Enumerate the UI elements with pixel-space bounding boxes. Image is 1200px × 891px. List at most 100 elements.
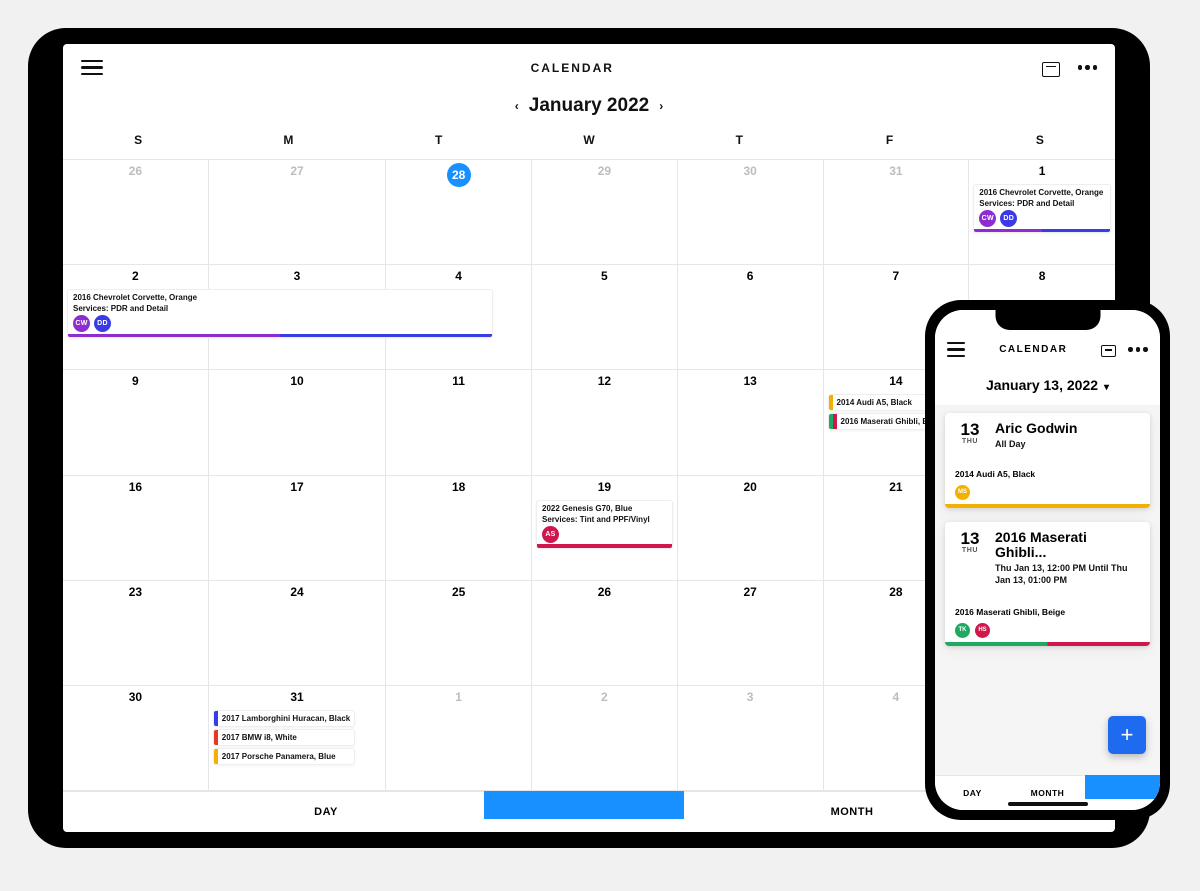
more-icon[interactable]	[1128, 347, 1148, 352]
day-number: 20	[678, 480, 823, 494]
calendar-cell[interactable]: 23	[63, 581, 209, 686]
event-vehicle: 2017 BMW i8, White	[222, 733, 297, 742]
agenda-date-column: 13THU	[955, 421, 985, 448]
assignee-chips: AS	[542, 526, 667, 543]
assignee-chip: DD	[94, 315, 111, 332]
calendar-event-pill[interactable]: 2017 Lamborghini Huracan, Black	[213, 710, 356, 727]
event-vehicle: 2016 Chevrolet Corvette, Orange	[979, 188, 1105, 197]
day-number: 16	[63, 480, 208, 494]
agenda-card[interactable]: 13THU2016 Maserati Ghibli...Thu Jan 13, …	[945, 522, 1150, 646]
calendar-event[interactable]: 2016 Chevrolet Corvette, OrangeServices:…	[973, 184, 1111, 233]
calendar-cell[interactable]: 2	[532, 686, 678, 791]
calendar-cell[interactable]: 30	[678, 160, 824, 265]
assignee-chips: MS	[955, 485, 1140, 500]
calendar-cell[interactable]: 27	[209, 160, 387, 265]
calendar-icon[interactable]	[1042, 59, 1060, 77]
calendar-event-pill[interactable]: 2017 Porsche Panamera, Blue	[213, 748, 356, 765]
prev-month-button[interactable]: ‹	[515, 99, 519, 113]
calendar-cell[interactable]: 30	[63, 686, 209, 791]
calendar-cell[interactable]: 29	[532, 160, 678, 265]
event-stripe	[833, 414, 837, 429]
day-number: 11	[386, 374, 531, 388]
calendar-cell[interactable]: 24	[209, 581, 387, 686]
tab-day[interactable]: DAY	[935, 776, 1010, 810]
add-button[interactable]: +	[1108, 716, 1146, 754]
calendar-cell[interactable]: 12	[532, 370, 678, 475]
agenda-date-column: 13THU	[955, 530, 985, 587]
calendar-cell[interactable]: 31	[824, 160, 970, 265]
calendar-cell[interactable]: 20	[678, 476, 824, 581]
day-number: 3	[678, 690, 823, 704]
dow-label: W	[514, 125, 664, 159]
calendar-cell[interactable]: 9	[63, 370, 209, 475]
calendar-cell[interactable]: 27	[678, 581, 824, 686]
day-number: 6	[678, 269, 823, 283]
agenda-card[interactable]: 13THUAric GodwinAll Day2014 Audi A5, Bla…	[945, 413, 1150, 507]
event-stripe	[68, 334, 492, 338]
tablet-header: CALENDAR	[63, 44, 1115, 91]
header-actions	[1042, 59, 1098, 77]
calendar-cell[interactable]: 11	[386, 370, 532, 475]
day-number: 26	[63, 164, 208, 178]
calendar-cell[interactable]: 13	[678, 370, 824, 475]
assignee-chips: CWDD	[73, 315, 487, 332]
day-number: 28	[447, 163, 471, 187]
date-selector[interactable]: January 13, 2022▾	[935, 369, 1160, 405]
event-vehicle: 2022 Genesis G70, Blue	[542, 504, 667, 513]
calendar-cell[interactable]: 6	[678, 265, 824, 370]
event-stripe	[945, 642, 1150, 646]
assignee-chips: TKHS	[955, 623, 1140, 638]
phone-device: CALENDAR January 13, 2022▾ 13THU Aric God…	[925, 300, 1170, 820]
more-icon[interactable]	[1078, 65, 1098, 70]
event-services: Services: Tint and PPF/Vinyl	[542, 515, 667, 524]
calendar-event[interactable]: 2022 Genesis G70, Blue Services: Tint and…	[536, 500, 673, 549]
calendar-cell[interactable]: 31 2017 Lamborghini Huracan, Black 2017 BM…	[209, 686, 387, 791]
day-number: 2	[532, 690, 677, 704]
calendar-event-pill[interactable]: 2017 BMW i8, White	[213, 729, 356, 746]
event-stripe	[214, 730, 218, 745]
assignee-chip: CW	[979, 210, 996, 227]
event-stripe	[829, 395, 833, 410]
calendar-cell[interactable]: 22016 Chevrolet Corvette, OrangeServices…	[63, 265, 209, 370]
calendar-cell[interactable]: 3	[678, 686, 824, 791]
calendar-cell[interactable]: 18	[386, 476, 532, 581]
header-actions	[1101, 342, 1148, 357]
calendar-cell[interactable]: 25	[386, 581, 532, 686]
page-title: CALENDAR	[999, 344, 1067, 355]
calendar-cell[interactable]: 192022 Genesis G70, BlueServices: Tint a…	[532, 476, 678, 581]
dow-label: T	[664, 125, 814, 159]
calendar-icon[interactable]	[1101, 342, 1116, 357]
active-tab-indicator	[1085, 775, 1160, 799]
calendar-cell[interactable]: 10	[209, 370, 387, 475]
calendar-cell[interactable]: 17	[209, 476, 387, 581]
day-of-week-header: SMTWTFS	[63, 125, 1115, 159]
event-vehicle: 2016 Chevrolet Corvette, Orange	[73, 293, 487, 302]
home-indicator	[1008, 802, 1088, 806]
assignee-chip: DD	[1000, 210, 1017, 227]
calendar-cell[interactable]: 26	[532, 581, 678, 686]
day-number: 27	[209, 164, 386, 178]
calendar-cell[interactable]: 1	[386, 686, 532, 791]
calendar-event[interactable]: 2016 Chevrolet Corvette, OrangeServices:…	[67, 289, 493, 338]
agenda-card-title: Aric Godwin	[995, 421, 1140, 436]
event-vehicle: 2014 Audi A5, Black	[837, 398, 912, 407]
calendar-cell[interactable]: 12016 Chevrolet Corvette, OrangeServices…	[969, 160, 1115, 265]
calendar-cell[interactable]: 16	[63, 476, 209, 581]
calendar-cell[interactable]: 28	[386, 160, 532, 265]
date-selector-label: January 13, 2022	[986, 377, 1098, 393]
day-number: 17	[209, 480, 386, 494]
day-number: 31	[209, 690, 386, 704]
agenda-card-title: 2016 Maserati Ghibli...	[995, 530, 1140, 561]
day-number: 31	[824, 164, 969, 178]
dow-label: S	[63, 125, 213, 159]
day-number: 27	[678, 585, 823, 599]
day-number: 26	[532, 585, 677, 599]
next-month-button[interactable]: ›	[659, 99, 663, 113]
menu-icon[interactable]	[81, 56, 103, 79]
calendar-cell[interactable]: 26	[63, 160, 209, 265]
calendar-cell[interactable]: 5	[532, 265, 678, 370]
menu-icon[interactable]	[947, 338, 965, 361]
dow-label: F	[814, 125, 964, 159]
day-number: 4	[386, 269, 531, 283]
agenda-day-dow: THU	[955, 547, 985, 554]
